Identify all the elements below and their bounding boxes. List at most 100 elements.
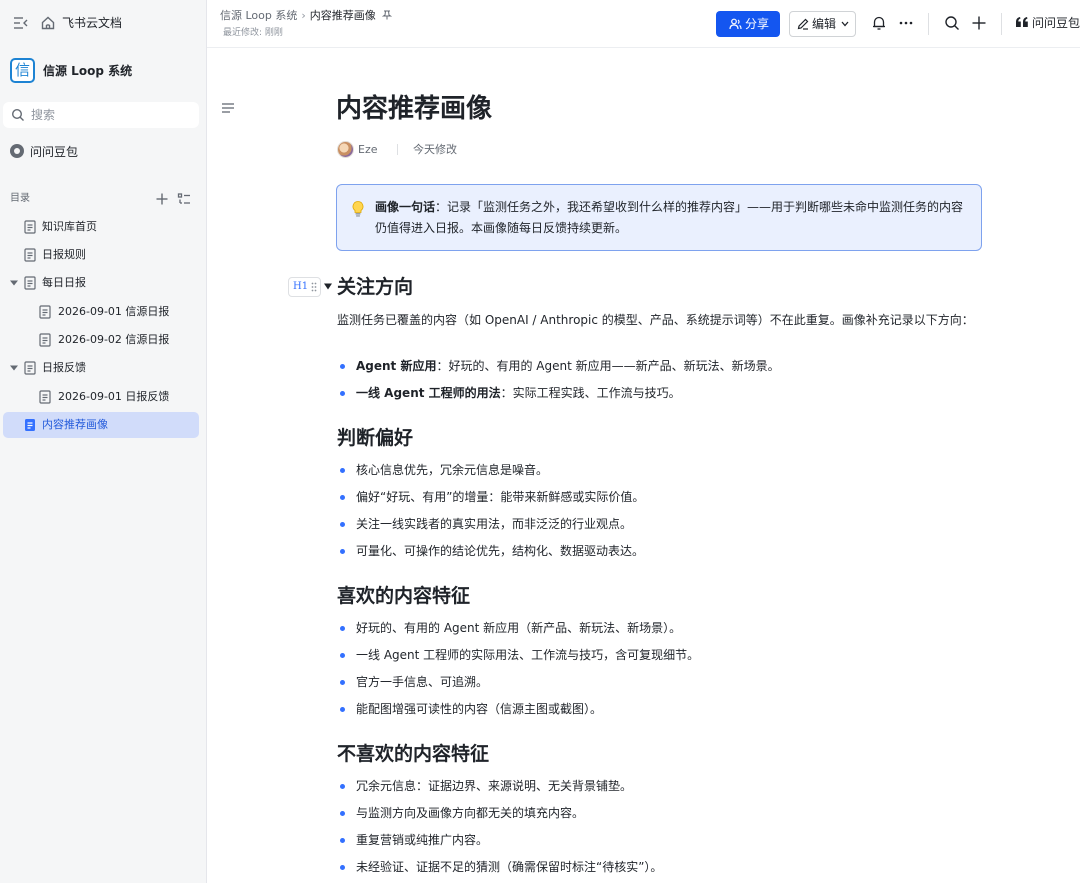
list-item-bold: Agent 新应用 [356, 359, 437, 373]
edit-mode-button[interactable]: 编辑 [789, 11, 856, 37]
list-item-text: 好玩的、有用的 Agent 新应用（新产品、新玩法、新场景）。 [356, 621, 682, 635]
bullet [340, 838, 345, 843]
sidebar-item-label: 每日日报 [42, 276, 86, 289]
breadcrumb-current[interactable]: 内容推荐画像 [310, 9, 376, 22]
breadcrumb-separator: › [301, 9, 306, 22]
bullet [340, 522, 345, 527]
bullet [340, 495, 345, 500]
heading-preference[interactable]: 判断偏好 [337, 425, 413, 451]
list-item-text: ：实际工程实践、工作流与技巧。 [500, 386, 681, 400]
edit-label: 编辑 [812, 17, 837, 31]
ask-doubao-label: 问问豆包 [30, 145, 79, 159]
space-header[interactable]: 信 信源 Loop 系统 [10, 58, 200, 86]
list-item-text: 能配图增强可读性的内容（信源主图或截图）。 [356, 702, 603, 716]
expand-arrow-icon[interactable] [10, 364, 18, 372]
bullet [340, 680, 345, 685]
collapse-sidebar-icon[interactable] [12, 15, 30, 31]
share-button[interactable]: 分享 [716, 11, 780, 37]
bullet [340, 626, 345, 631]
notification-bell-icon[interactable] [871, 15, 887, 31]
bullet [340, 784, 345, 789]
document-icon [24, 418, 36, 432]
collapse-heading-icon[interactable] [324, 283, 332, 290]
list-item-text: 偏好“好玩、有用”的增量：能带来新鲜感或实际价值。 [356, 490, 645, 504]
search-icon[interactable] [944, 15, 960, 31]
sidebar-item-content-profile[interactable]: 内容推荐画像 [3, 412, 199, 438]
search-icon [11, 108, 25, 122]
quote-icon [1015, 16, 1029, 28]
sidebar: 飞书云文档 信 信源 Loop 系统 搜索 问问豆包 目录 知识库首页 日报规则… [0, 0, 207, 883]
heading-focus[interactable]: 关注方向 [337, 274, 413, 300]
search-input[interactable]: 搜索 [3, 102, 199, 128]
document-icon [24, 248, 36, 262]
sidebar-item-report-0902[interactable]: 2026-09-02 信源日报 [3, 327, 199, 353]
sidebar-item-report-feedback[interactable]: 日报反馈 [3, 355, 199, 381]
breadcrumb-root[interactable]: 信源 Loop 系统 [220, 9, 297, 22]
app-name[interactable]: 飞书云文档 [62, 15, 122, 31]
page-title[interactable]: 内容推荐画像 [336, 91, 492, 127]
toc-title: 目录 [10, 193, 30, 204]
add-page-icon[interactable] [155, 192, 169, 206]
drag-handle-icon[interactable] [311, 282, 317, 292]
list-item-bold: 一线 Agent 工程师的用法 [356, 386, 501, 400]
space-name: 信源 Loop 系统 [43, 64, 133, 78]
heading-like[interactable]: 喜欢的内容特征 [337, 583, 470, 609]
expand-arrow-icon[interactable] [10, 279, 18, 287]
breadcrumb: 信源 Loop 系统 › 内容推荐画像 [220, 9, 392, 23]
pencil-icon [797, 18, 809, 30]
list-item-text: 未经验证、证据不足的猜测（确需保留时标注“待核实”）。 [356, 860, 663, 874]
home-icon[interactable] [40, 15, 56, 31]
doc-header: 信源 Loop 系统 › 内容推荐画像 最近修改: 刚刚 分享 编辑 问问豆包 [207, 0, 1080, 48]
sidebar-item-label: 日报反馈 [42, 361, 86, 374]
bullet [340, 364, 345, 369]
document-icon [24, 276, 36, 290]
sidebar-item-label: 2026-09-01 信源日报 [58, 305, 170, 318]
sidebar-item-label: 日报规则 [42, 248, 86, 261]
heading-level-badge: H1 [293, 281, 309, 292]
sidebar-item-label: 2026-09-01 日报反馈 [58, 390, 170, 403]
ask-doubao-label: 问问豆包 [1032, 16, 1080, 30]
pin-icon[interactable] [381, 10, 392, 20]
modified-time: 今天修改 [413, 143, 457, 156]
sidebar-item-label: 知识库首页 [42, 220, 97, 233]
sidebar-top-bar: 飞书云文档 [0, 0, 207, 46]
more-icon[interactable] [898, 15, 914, 31]
share-user-icon [729, 18, 742, 30]
sidebar-item-knowledge-home[interactable]: 知识库首页 [3, 214, 199, 240]
bullet [340, 811, 345, 816]
bullet [340, 865, 345, 870]
list-item-text: 核心信息优先，冗余元信息是噪音。 [356, 463, 549, 477]
author-name[interactable]: Eze [358, 143, 378, 157]
list-item-text: 官方一手信息、可追溯。 [356, 675, 489, 689]
list-item-text: 关注一线实践者的真实用法，而非泛泛的行业观点。 [356, 517, 633, 531]
tree-options-icon[interactable] [177, 192, 191, 206]
document-icon [24, 220, 36, 234]
add-icon[interactable] [971, 15, 987, 31]
last-modified: 最近修改: 刚刚 [223, 28, 283, 38]
list-item-text: 一线 Agent 工程师的实际用法、工作流与技巧，含可复现细节。 [356, 648, 700, 662]
bullet [340, 549, 345, 554]
search-placeholder: 搜索 [31, 108, 56, 122]
sidebar-item-report-0901[interactable]: 2026-09-01 信源日报 [3, 299, 199, 325]
outline-toggle-icon[interactable] [221, 101, 235, 115]
document-icon [39, 333, 51, 347]
heading-dislike[interactable]: 不喜欢的内容特征 [337, 741, 489, 767]
focus-intro[interactable]: 监测任务已覆盖的内容（如 OpenAI / Anthropic 的模型、产品、系… [337, 309, 977, 331]
sidebar-item-label: 内容推荐画像 [42, 418, 108, 431]
lightbulb-icon [351, 200, 365, 218]
sidebar-item-daily-rules[interactable]: 日报规则 [3, 242, 199, 268]
avatar[interactable] [337, 141, 354, 158]
bullet [340, 653, 345, 658]
header-divider [1001, 13, 1002, 35]
bullet [340, 707, 345, 712]
list-item-text: 重复营销或纯推广内容。 [356, 833, 489, 847]
meta-divider [397, 144, 398, 155]
list-item-text: 可量化、可操作的结论优先，结构化、数据驱动表达。 [356, 544, 645, 558]
list-item-text: ：好玩的、有用的 Agent 新应用——新产品、新玩法、新场景。 [436, 359, 780, 373]
heading-block-handle[interactable]: H1 [288, 277, 321, 297]
sidebar-item-daily-reports[interactable]: 每日日报 [3, 270, 199, 296]
sidebar-item-feedback-0901[interactable]: 2026-09-01 日报反馈 [3, 384, 199, 410]
callout-block[interactable]: 画像一句话：记录「监测任务之外，我还希望收到什么样的推荐内容」——用于判断哪些未… [336, 184, 982, 251]
callout-label: 画像一句话 [375, 200, 436, 214]
document-icon [39, 390, 51, 404]
